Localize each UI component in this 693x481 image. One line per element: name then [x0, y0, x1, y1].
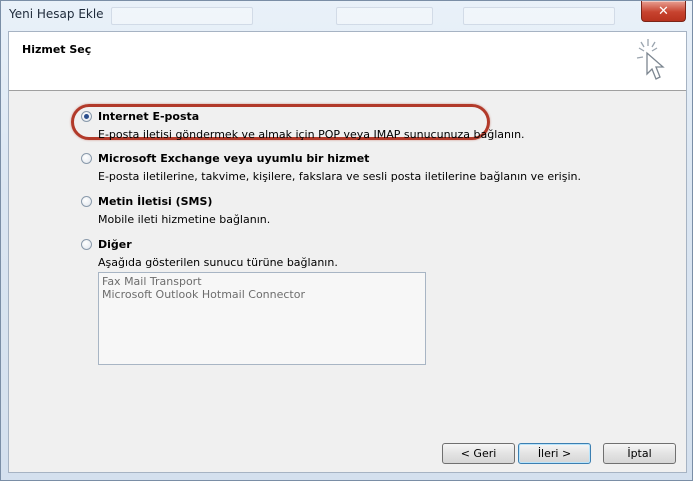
background-ghost	[336, 7, 433, 25]
option-description: Aşağıda gösterilen sunucu türüne bağlanı…	[98, 256, 338, 269]
background-ghost	[111, 7, 253, 25]
radio-exchange[interactable]	[81, 153, 92, 164]
option-label: Diğer	[98, 238, 132, 251]
list-item[interactable]: Microsoft Outlook Hotmail Connector	[102, 288, 422, 301]
list-item[interactable]: Fax Mail Transport	[102, 275, 422, 288]
title-bar[interactable]: Yeni Hesap Ekle ✕	[1, 1, 692, 29]
window-title: Yeni Hesap Ekle	[9, 7, 104, 21]
option-internet-email[interactable]: Internet E-posta E-posta iletisi gönderm…	[81, 110, 525, 141]
close-button[interactable]: ✕	[641, 1, 686, 22]
cancel-button[interactable]: İptal	[603, 443, 676, 464]
option-description: E-posta iletisi göndermek ve almak için …	[98, 128, 525, 141]
close-icon: ✕	[658, 3, 669, 19]
back-button[interactable]: < Geri	[442, 443, 515, 464]
wizard-header: Hizmet Seç	[9, 32, 686, 91]
dialog-content: Hizmet Seç Internet E-posta E-posta ilet…	[8, 31, 687, 473]
option-other[interactable]: Diğer Aşağıda gösterilen sunucu türüne b…	[81, 238, 338, 269]
radio-internet-email[interactable]	[81, 111, 92, 122]
option-exchange[interactable]: Microsoft Exchange veya uyumlu bir hizme…	[81, 152, 581, 183]
server-type-list[interactable]: Fax Mail Transport Microsoft Outlook Hot…	[98, 272, 426, 365]
radio-other[interactable]	[81, 239, 92, 250]
option-label: Metin İletisi (SMS)	[98, 195, 213, 208]
option-description: E-posta iletilerine, takvime, kişilere, …	[98, 170, 581, 183]
option-description: Mobile ileti hizmetine bağlanın.	[98, 213, 271, 226]
next-button[interactable]: İleri >	[518, 443, 591, 464]
option-label: Internet E-posta	[98, 110, 200, 123]
option-label: Microsoft Exchange veya uyumlu bir hizme…	[98, 152, 370, 165]
radio-sms[interactable]	[81, 196, 92, 207]
dialog-window: Yeni Hesap Ekle ✕ Hizmet Seç Internet E-…	[0, 0, 693, 481]
background-ghost	[463, 7, 615, 25]
option-sms[interactable]: Metin İletisi (SMS) Mobile ileti hizmeti…	[81, 195, 270, 226]
wizard-cursor-icon	[636, 39, 665, 80]
page-title: Hizmet Seç	[22, 43, 92, 56]
